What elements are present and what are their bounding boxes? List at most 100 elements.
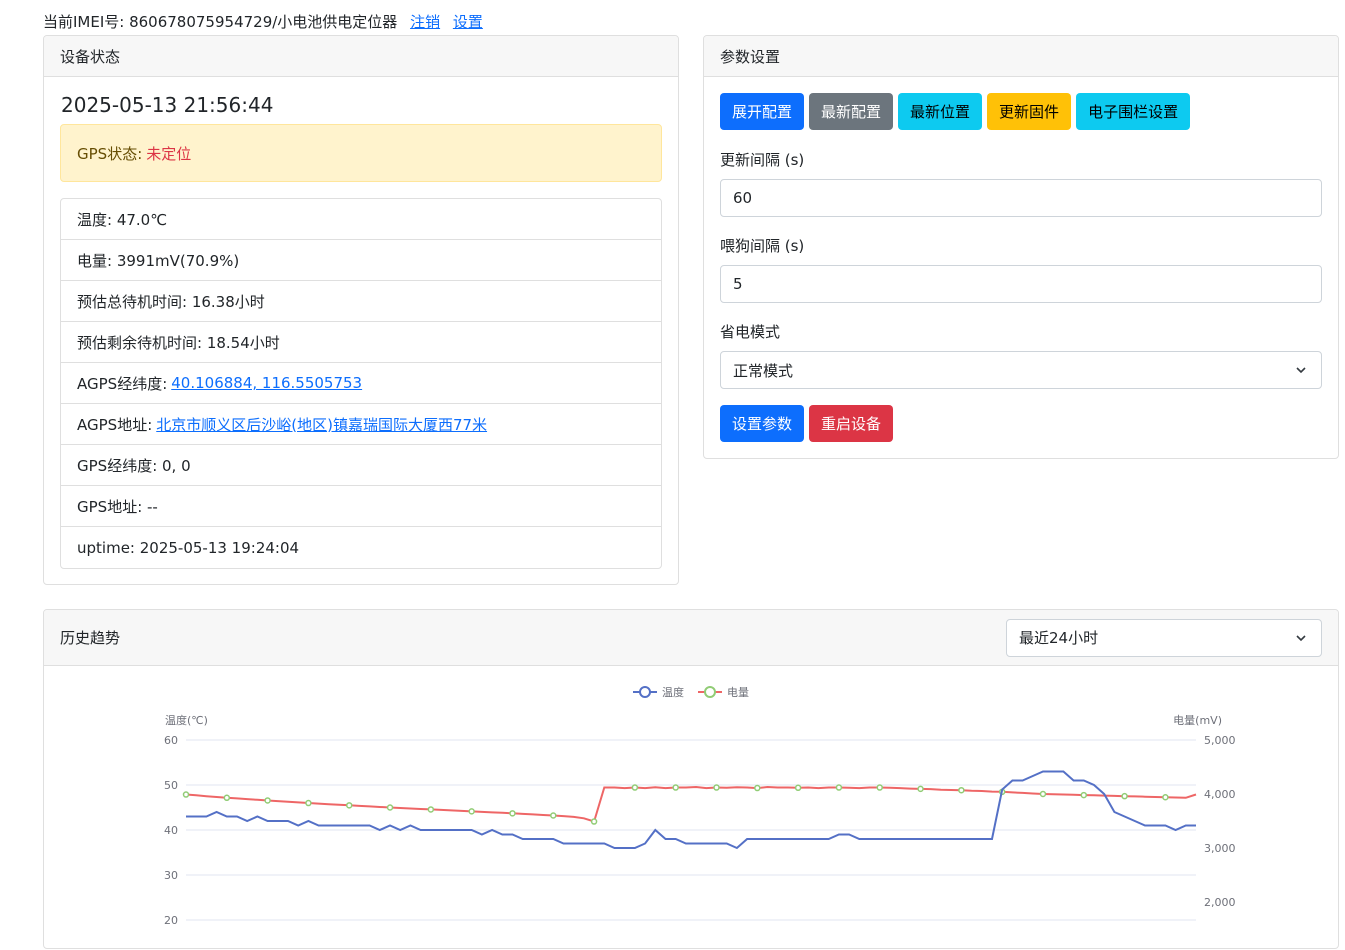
gps-status-alert: GPS状态: 未定位	[60, 124, 662, 182]
agps-address-link[interactable]: 北京市顺义区后沙峪(地区)镇嘉瑞国际大厦西77米	[156, 414, 487, 435]
battery-series-point	[631, 784, 639, 791]
legend-temp-label[interactable]: 温度	[662, 685, 684, 699]
latest-position-button[interactable]: 最新位置	[898, 93, 983, 130]
status-gps-coords: GPS经纬度: 0, 0	[61, 445, 661, 486]
status-battery: 电量: 3991mV(70.9%)	[61, 240, 661, 281]
power-mode-label: 省电模式	[720, 323, 781, 341]
y-right-tick-label: 5,000	[1204, 734, 1236, 747]
history-title: 历史趋势	[60, 629, 121, 647]
expand-config-button[interactable]: 展开配置	[720, 93, 805, 130]
chart-series	[182, 770, 1197, 850]
status-remaining-standby: 预估剩余待机时间: 18.54小时	[61, 322, 661, 363]
battery-series-point	[590, 818, 598, 825]
update-interval-label: 更新间隔 (s)	[720, 151, 805, 169]
status-gps-address-text: GPS地址: --	[77, 497, 158, 516]
battery-series-point	[345, 802, 353, 809]
reboot-device-button[interactable]: 重启设备	[809, 405, 894, 442]
history-chart: 温度 电量 温度(℃) 电量(mV) 60 50 40 30 20 5,000 4,000 3…	[164, 685, 1236, 927]
agps-address-label: AGPS地址:	[77, 415, 153, 434]
device-status-header: 设备状态	[44, 36, 678, 77]
battery-series-point	[754, 784, 761, 792]
battery-series-point	[1162, 793, 1169, 801]
status-remaining-standby-text: 预估剩余待机时间: 18.54小时	[77, 333, 280, 352]
battery-series-point	[386, 804, 394, 811]
history-range-select[interactable]: 最近24小时	[1006, 618, 1322, 657]
battery-series-point	[509, 810, 516, 817]
chart-grid	[186, 739, 1196, 921]
update-interval-input[interactable]: 60	[720, 179, 1322, 217]
status-total-standby-text: 预估总待机时间: 16.38小时	[77, 292, 265, 311]
latest-config-button[interactable]: 最新配置	[809, 93, 894, 130]
battery-series-point	[1080, 791, 1088, 799]
agps-coords-link[interactable]: 40.106884, 116.5505753	[171, 374, 362, 392]
legend-battery-label[interactable]: 电量	[727, 686, 749, 699]
battery-series-point	[550, 812, 557, 819]
device-datetime: 2025-05-13 21:56:44	[61, 93, 274, 117]
history-header: 历史趋势 最近24小时	[44, 610, 1338, 666]
status-total-standby: 预估总待机时间: 16.38小时	[61, 281, 661, 322]
gps-status-label: GPS状态:	[77, 144, 143, 163]
status-agps-address: AGPS地址: 北京市顺义区后沙峪(地区)镇嘉瑞国际大厦西77米	[61, 404, 661, 445]
battery-series-point	[713, 784, 720, 791]
params-card: 参数设置 展开配置 最新配置 最新位置 更新固件 电子围栏设置 更新间隔 (s)…	[703, 35, 1339, 459]
battery-series-point	[468, 808, 475, 815]
logout-link[interactable]: 注销	[410, 13, 440, 31]
status-uptime: uptime: 2025-05-13 19:24:04	[61, 527, 661, 568]
battery-series-point	[917, 785, 924, 793]
y-left-tick-label: 60	[164, 734, 178, 747]
chevron-down-icon	[1296, 634, 1306, 641]
update-firmware-button[interactable]: 更新固件	[987, 93, 1072, 130]
set-params-button[interactable]: 设置参数	[720, 405, 805, 442]
status-gps-coords-text: GPS经纬度: 0, 0	[77, 456, 191, 475]
battery-series-point	[427, 806, 435, 813]
params-toolbar: 展开配置 最新配置 最新位置 更新固件 电子围栏设置	[720, 93, 1191, 130]
battery-series-point	[794, 784, 802, 792]
status-uptime-text: uptime: 2025-05-13 19:24:04	[77, 538, 300, 557]
gps-status-value: 未定位	[146, 144, 192, 163]
battery-series-point	[264, 797, 271, 804]
settings-link[interactable]: 设置	[453, 13, 483, 31]
chart-legend: 温度 电量	[633, 685, 749, 699]
watchdog-interval-input[interactable]: 5	[720, 265, 1322, 303]
temperature-series-line	[186, 770, 1196, 850]
y-left-axis-title: 温度(℃)	[165, 713, 208, 727]
params-actions: 设置参数 重启设备	[720, 405, 894, 442]
imei-line: 当前IMEI号: 860678075954729/小电池供电定位器 注销 设置	[43, 12, 483, 32]
y-right-tick-label: 4,000	[1204, 788, 1236, 801]
status-gps-address: GPS地址: --	[61, 486, 661, 527]
legend-temp-marker	[639, 686, 651, 698]
power-mode-value: 正常模式	[733, 361, 794, 380]
params-header: 参数设置	[704, 36, 1338, 77]
y-left-tick-label: 20	[164, 914, 178, 927]
battery-series-point	[876, 784, 883, 791]
chevron-down-icon	[1296, 367, 1306, 374]
status-temperature: 温度: 47.0℃	[61, 199, 661, 240]
history-range-value: 最近24小时	[1019, 629, 1099, 647]
y-left-tick-label: 50	[164, 779, 178, 792]
y-right-axis-title: 电量(mV)	[1173, 714, 1222, 727]
battery-series-point	[182, 791, 190, 798]
agps-coords-label: AGPS经纬度:	[77, 374, 168, 393]
status-temperature-text: 温度: 47.0℃	[77, 210, 168, 229]
history-card: 历史趋势 最近24小时 温度 电量 温度(℃) 电量(mV) 60 50 40 30 2…	[43, 609, 1339, 949]
status-agps-coords: AGPS经纬度: 40.106884, 116.5505753	[61, 363, 661, 404]
imei-label: 当前IMEI号: 860678075954729/小电池供电定位器	[43, 13, 398, 31]
geofence-settings-button[interactable]: 电子围栏设置	[1076, 93, 1191, 130]
y-left-tick-label: 30	[164, 869, 178, 882]
power-mode-select[interactable]: 正常模式	[720, 351, 1322, 389]
battery-series-point	[958, 786, 965, 794]
battery-series-point	[305, 799, 312, 807]
legend-battery-marker	[704, 686, 716, 698]
device-status-card: 设备状态 2025-05-13 21:56:44 GPS状态: 未定位 温度: …	[43, 35, 679, 585]
battery-series-point	[835, 784, 843, 791]
y-right-tick-label: 2,000	[1204, 896, 1236, 909]
battery-series-point	[223, 794, 231, 802]
battery-series-point	[1121, 792, 1128, 800]
watchdog-interval-label: 喂狗间隔 (s)	[720, 237, 805, 255]
y-right-tick-label: 3,000	[1204, 842, 1236, 855]
battery-series-point	[1039, 790, 1047, 798]
status-list: 温度: 47.0℃ 电量: 3991mV(70.9%) 预估总待机时间: 16.…	[60, 198, 662, 569]
status-battery-text: 电量: 3991mV(70.9%)	[77, 251, 240, 270]
y-left-tick-label: 40	[164, 824, 178, 837]
battery-series-point	[672, 784, 679, 791]
